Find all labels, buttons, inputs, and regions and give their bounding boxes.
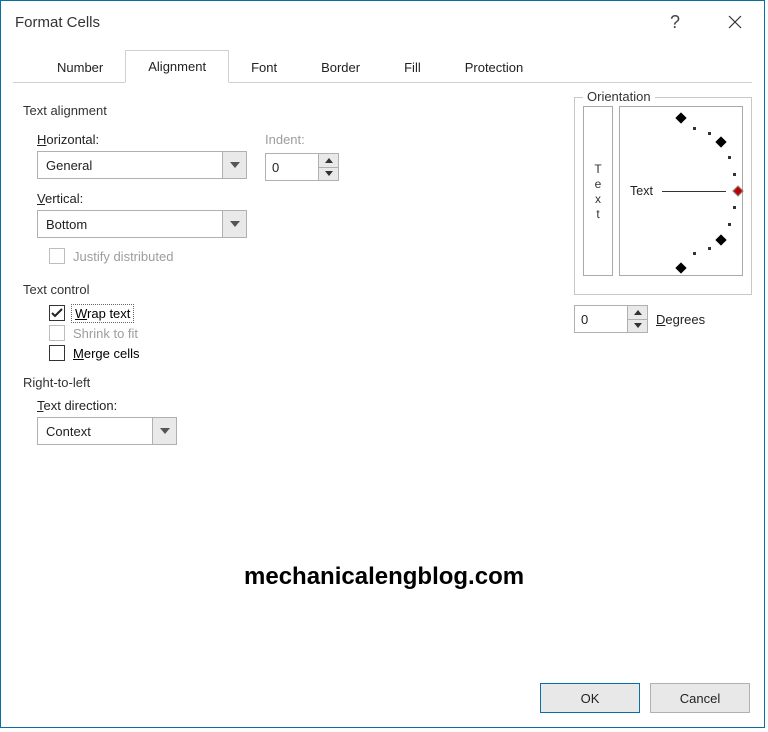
vertical-combo[interactable]: Bottom	[37, 210, 247, 238]
dial-line	[662, 191, 726, 192]
vertical-label: Vertical:	[37, 191, 247, 206]
dial-mark-45	[716, 137, 727, 148]
vertical-text-button[interactable]: T e x t	[583, 106, 613, 276]
left-column: Text alignment Horizontal: General Verti…	[23, 103, 423, 451]
group-rtl: Right-to-left	[23, 375, 423, 390]
dial-mark-top	[675, 112, 686, 123]
degrees-row: 0 Degrees	[574, 305, 752, 333]
dial-dot	[733, 206, 736, 209]
wrap-text-label: Wrap text	[73, 306, 132, 321]
spinner-buttons	[627, 306, 647, 332]
horizontal-combo[interactable]: General	[37, 151, 247, 179]
window-title: Format Cells	[15, 14, 652, 31]
check-icon	[51, 308, 63, 318]
tab-border[interactable]: Border	[299, 52, 382, 83]
dial-dot	[693, 252, 696, 255]
tab-number[interactable]: Number	[35, 52, 125, 83]
wrap-text-checkbox[interactable]	[49, 305, 65, 321]
dial-dot	[728, 156, 731, 159]
spin-down-icon[interactable]	[628, 320, 647, 333]
tab-protection[interactable]: Protection	[443, 52, 546, 83]
orientation-group: Orientation T e x t Text	[574, 91, 752, 333]
cancel-button[interactable]: Cancel	[650, 683, 750, 713]
vertical-value: Bottom	[38, 217, 222, 232]
tab-fill[interactable]: Fill	[382, 52, 443, 83]
close-button[interactable]	[712, 7, 758, 37]
merge-cells-checkbox[interactable]	[49, 345, 65, 361]
tab-font[interactable]: Font	[229, 52, 299, 83]
text-direction-value: Context	[38, 424, 152, 439]
spin-up-icon[interactable]	[319, 154, 338, 168]
dial-mark-n45	[716, 234, 727, 245]
chevron-down-icon	[222, 211, 246, 237]
dial-dot	[693, 127, 696, 130]
dial-dot	[708, 132, 711, 135]
dial-handle[interactable]	[732, 185, 743, 196]
dial-mark-bottom	[675, 262, 686, 273]
dial-text-label: Text	[630, 184, 653, 198]
close-icon	[728, 15, 742, 29]
horizontal-value: General	[38, 158, 222, 173]
orientation-box: Orientation T e x t Text	[574, 97, 752, 295]
group-text-control: Text control	[23, 282, 423, 297]
wrap-text-row[interactable]: Wrap text	[49, 305, 423, 321]
tab-content: Text alignment Horizontal: General Verti…	[1, 83, 764, 643]
group-text-alignment: Text alignment	[23, 103, 423, 118]
chevron-down-icon	[152, 418, 176, 444]
shrink-to-fit-row: Shrink to fit	[49, 325, 423, 341]
degrees-spinner[interactable]: 0	[574, 305, 648, 333]
text-direction-label: Text direction:	[37, 398, 423, 413]
dial-dot	[708, 247, 711, 250]
merge-cells-label: Merge cells	[73, 346, 139, 361]
tab-bar: Number Alignment Font Border Fill Protec…	[13, 49, 752, 83]
orientation-dial[interactable]: Text	[619, 106, 743, 276]
dial-dot	[728, 223, 731, 226]
format-cells-dialog: Format Cells ? Number Alignment Font Bor…	[0, 0, 765, 728]
watermark-text: mechanicalengblog.com	[244, 563, 524, 591]
chevron-down-icon	[222, 152, 246, 178]
merge-cells-row[interactable]: Merge cells	[49, 345, 423, 361]
justify-distributed-row: Justify distributed	[49, 248, 247, 264]
justify-distributed-label: Justify distributed	[73, 249, 173, 264]
text-direction-combo[interactable]: Context	[37, 417, 177, 445]
indent-label: Indent:	[265, 132, 339, 147]
degrees-value: 0	[575, 306, 627, 332]
shrink-to-fit-checkbox	[49, 325, 65, 341]
titlebar: Format Cells ?	[1, 1, 764, 43]
horizontal-label: Horizontal:	[37, 132, 247, 147]
justify-distributed-checkbox	[49, 248, 65, 264]
indent-spinner[interactable]: 0	[265, 153, 339, 181]
dial-dot	[733, 173, 736, 176]
orientation-legend: Orientation	[583, 89, 655, 104]
dialog-footer: OK Cancel	[540, 683, 750, 713]
degrees-label: Degrees	[656, 312, 705, 327]
ok-button[interactable]: OK	[540, 683, 640, 713]
spinner-buttons	[318, 154, 338, 180]
help-button[interactable]: ?	[652, 7, 698, 37]
spin-down-icon[interactable]	[319, 168, 338, 181]
shrink-to-fit-label: Shrink to fit	[73, 326, 138, 341]
tab-alignment[interactable]: Alignment	[125, 50, 229, 83]
spin-up-icon[interactable]	[628, 306, 647, 320]
indent-value: 0	[266, 154, 318, 180]
